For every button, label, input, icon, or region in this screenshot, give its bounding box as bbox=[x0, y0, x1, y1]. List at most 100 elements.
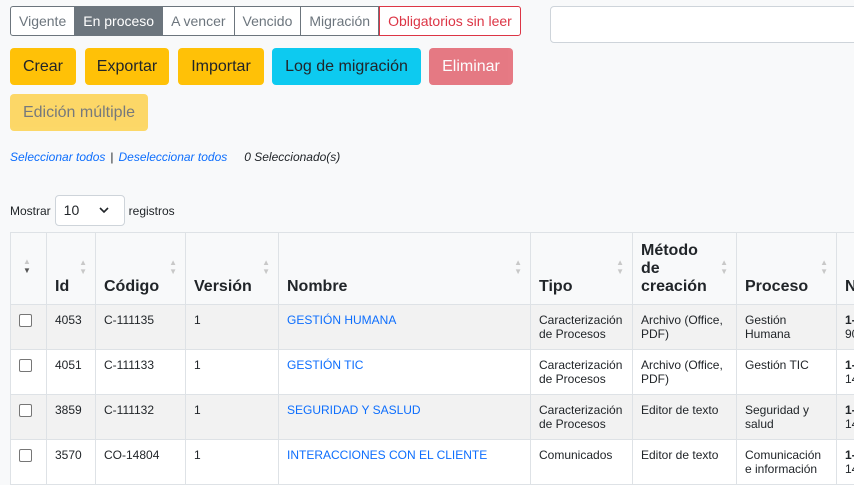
cell-type: Caracterización de Procesos bbox=[531, 350, 633, 395]
cell-process: Comunicación e información bbox=[737, 440, 837, 485]
column-header-nombre[interactable]: Nombre▲▼ bbox=[279, 233, 531, 305]
row-checkbox[interactable] bbox=[19, 404, 32, 417]
table-header-row: ▲▼ Id▲▼ Código▲▼ Versión▲▼ Nombre▲▼ Tipo… bbox=[11, 233, 854, 305]
cell-code: C-111132 bbox=[96, 395, 186, 440]
column-header-metodo[interactable]: Método de creación ▲▼ bbox=[633, 233, 737, 305]
cell-type: Caracterización de Procesos bbox=[531, 395, 633, 440]
column-header-version[interactable]: Versión ▲▼ bbox=[186, 233, 279, 305]
tab-obligatorios-sin-leer[interactable]: Obligatorios sin leer bbox=[379, 6, 521, 36]
column-header-n[interactable]: N bbox=[837, 233, 854, 305]
table-row: 4053 C-111135 1 GESTIÓN HUMANA Caracteri… bbox=[11, 305, 854, 350]
tab-en-proceso[interactable]: En proceso bbox=[74, 6, 163, 36]
column-header-label: Tipo bbox=[539, 278, 572, 295]
cell-name: GESTIÓN HUMANA bbox=[279, 305, 531, 350]
tab-migracion[interactable]: Migración bbox=[300, 6, 379, 36]
cell-n-line1: 1- bbox=[845, 358, 854, 372]
deselect-all-link[interactable]: Deseleccionar todos bbox=[119, 150, 228, 164]
row-select-cell bbox=[11, 350, 47, 395]
status-filter-tabs: Vigente En proceso A vencer Vencido Migr… bbox=[10, 6, 521, 36]
sort-icon: ▲▼ bbox=[169, 258, 177, 276]
cell-n-line2: 14 bbox=[845, 417, 854, 431]
cell-version: 1 bbox=[186, 350, 279, 395]
cell-name: SEGURIDAD Y SASLUD bbox=[279, 395, 531, 440]
cell-method: Editor de texto bbox=[633, 395, 737, 440]
document-name-link[interactable]: INTERACCIONES CON EL CLIENTE bbox=[287, 448, 487, 462]
show-label: Mostrar bbox=[10, 204, 51, 218]
column-header-label: Proceso bbox=[745, 278, 808, 295]
cell-id: 4051 bbox=[47, 350, 96, 395]
sort-icon: ▲▼ bbox=[23, 257, 31, 275]
page-length-control: Mostrar 10 registros bbox=[10, 195, 175, 226]
cell-id: 3859 bbox=[47, 395, 96, 440]
document-name-link[interactable]: SEGURIDAD Y SASLUD bbox=[287, 403, 421, 417]
cell-type: Caracterización de Procesos bbox=[531, 305, 633, 350]
tab-vigente[interactable]: Vigente bbox=[10, 6, 75, 36]
cell-method: Editor de texto bbox=[633, 440, 737, 485]
selected-count: 0 Seleccionado(s) bbox=[244, 150, 340, 164]
cell-n: 1-90 bbox=[837, 305, 854, 350]
select-all-link[interactable]: Seleccionar todos bbox=[10, 150, 105, 164]
bulk-edit-button[interactable]: Edición múltiple bbox=[10, 94, 148, 131]
table-row: 3859 C-111132 1 SEGURIDAD Y SASLUD Carac… bbox=[11, 395, 854, 440]
select-column-header[interactable]: ▲▼ bbox=[11, 233, 47, 305]
page-length-select[interactable]: 10 bbox=[55, 195, 125, 226]
cell-id: 4053 bbox=[47, 305, 96, 350]
export-button[interactable]: Exportar bbox=[85, 48, 169, 85]
page-length-value: 10 bbox=[64, 202, 80, 218]
records-label: registros bbox=[129, 204, 175, 218]
selection-separator: | bbox=[110, 150, 113, 164]
tab-vencido[interactable]: Vencido bbox=[234, 6, 302, 36]
cell-n-line2: 14 bbox=[845, 372, 854, 386]
documents-table-wrapper: ▲▼ Id▲▼ Código▲▼ Versión▲▼ Nombre▲▼ Tipo… bbox=[10, 232, 854, 485]
cell-n-line2: 14 bbox=[845, 462, 854, 476]
sort-icon: ▲▼ bbox=[262, 258, 270, 276]
documents-table: ▲▼ Id▲▼ Código▲▼ Versión▲▼ Nombre▲▼ Tipo… bbox=[10, 232, 854, 485]
column-header-label: Id bbox=[55, 278, 69, 295]
column-header-tipo[interactable]: Tipo▲▼ bbox=[531, 233, 633, 305]
cell-method: Archivo (Office, PDF) bbox=[633, 305, 737, 350]
column-header-label: Método de creación bbox=[641, 242, 711, 296]
cell-n-line2: 90 bbox=[845, 327, 854, 341]
row-select-cell bbox=[11, 395, 47, 440]
import-button[interactable]: Importar bbox=[178, 48, 264, 85]
cell-name: GESTIÓN TIC bbox=[279, 350, 531, 395]
cell-n: 1-14 bbox=[837, 395, 854, 440]
cell-process: Gestión TIC bbox=[737, 350, 837, 395]
table-row: 3570 CO-14804 1 INTERACCIONES CON EL CLI… bbox=[11, 440, 854, 485]
row-select-cell bbox=[11, 305, 47, 350]
sort-icon: ▲▼ bbox=[79, 258, 87, 276]
cell-code: CO-14804 bbox=[96, 440, 186, 485]
column-header-proceso[interactable]: Proceso ▲▼ bbox=[737, 233, 837, 305]
delete-button[interactable]: Eliminar bbox=[429, 48, 513, 85]
search-input[interactable] bbox=[550, 6, 854, 43]
cell-method: Archivo (Office, PDF) bbox=[633, 350, 737, 395]
row-checkbox[interactable] bbox=[19, 449, 32, 462]
column-header-id[interactable]: Id ▲▼ bbox=[47, 233, 96, 305]
sort-icon: ▲▼ bbox=[820, 258, 828, 276]
create-button[interactable]: Crear bbox=[10, 48, 76, 85]
table-row: 4051 C-111133 1 GESTIÓN TIC Caracterizac… bbox=[11, 350, 854, 395]
cell-n: 1-14 bbox=[837, 440, 854, 485]
row-checkbox[interactable] bbox=[19, 314, 32, 327]
cell-n-line1: 1- bbox=[845, 313, 854, 327]
tab-a-vencer[interactable]: A vencer bbox=[162, 6, 234, 36]
column-header-label: Nombre bbox=[287, 278, 347, 295]
column-header-label: Código bbox=[104, 278, 159, 295]
chevron-down-icon bbox=[98, 196, 110, 225]
column-header-codigo[interactable]: Código ▲▼ bbox=[96, 233, 186, 305]
cell-n-line1: 1- bbox=[845, 448, 854, 462]
cell-version: 1 bbox=[186, 305, 279, 350]
migration-log-button[interactable]: Log de migración bbox=[272, 48, 421, 85]
document-name-link[interactable]: GESTIÓN HUMANA bbox=[287, 313, 396, 327]
cell-n: 1-14 bbox=[837, 350, 854, 395]
column-header-label: N bbox=[845, 278, 854, 295]
sort-icon: ▲▼ bbox=[720, 258, 728, 276]
cell-process: Seguridad y salud bbox=[737, 395, 837, 440]
column-header-label: Versión bbox=[194, 278, 252, 295]
row-checkbox[interactable] bbox=[19, 359, 32, 372]
row-select-cell bbox=[11, 440, 47, 485]
cell-id: 3570 bbox=[47, 440, 96, 485]
cell-process: Gestión Humana bbox=[737, 305, 837, 350]
cell-type: Comunicados bbox=[531, 440, 633, 485]
document-name-link[interactable]: GESTIÓN TIC bbox=[287, 358, 363, 372]
